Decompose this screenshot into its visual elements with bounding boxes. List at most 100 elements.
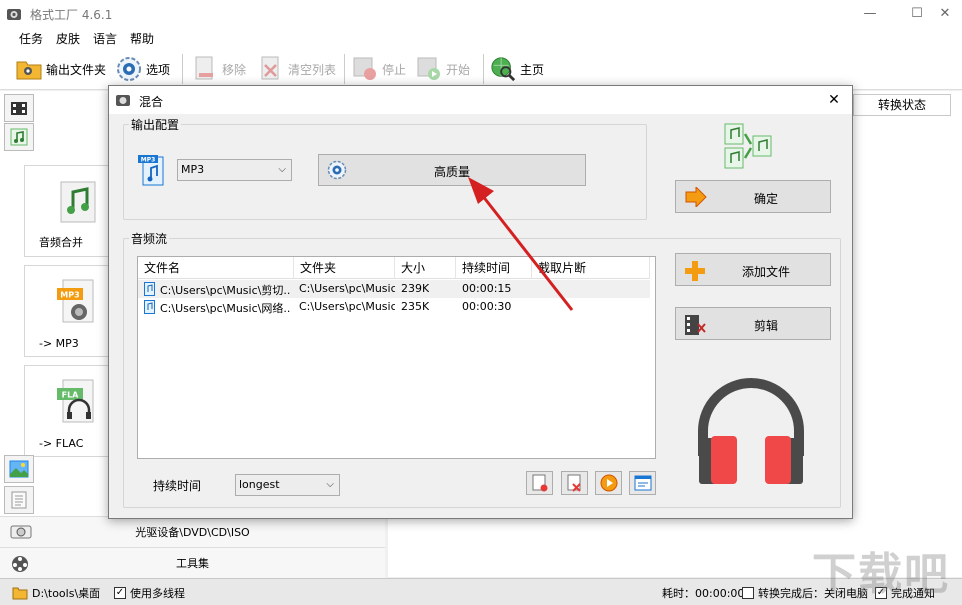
flac-file-headphone-icon: FLA bbox=[57, 379, 94, 423]
edit-clip-button-label: 剪辑 bbox=[753, 319, 778, 333]
document-icon bbox=[11, 491, 27, 509]
multithread-check-icon: ✓ bbox=[114, 587, 126, 599]
add-file-button[interactable]: 添加文件 bbox=[675, 253, 831, 286]
convert-status-column-header[interactable]: 转换状态 bbox=[853, 94, 951, 116]
play-button[interactable] bbox=[595, 471, 622, 495]
menu-help[interactable]: 帮助 bbox=[130, 30, 154, 47]
info-button[interactable] bbox=[629, 471, 656, 495]
toolbar-separator bbox=[182, 54, 183, 84]
remove-button[interactable]: 移除 bbox=[192, 56, 246, 82]
row-filename: C:\Users\pc\Music\剪切... bbox=[160, 284, 290, 297]
toolbar-separator bbox=[483, 54, 484, 84]
multithread-checkbox[interactable]: ✓ 使用多线程 bbox=[114, 585, 185, 601]
audio-merge-icon bbox=[724, 123, 772, 169]
start-icon bbox=[416, 56, 442, 82]
output-config-label: 输出配置 bbox=[129, 116, 182, 133]
close-button[interactable]: ✕ bbox=[930, 4, 960, 24]
elapsed-time: 耗时：00:00:00 bbox=[662, 585, 744, 601]
svg-text:MP3: MP3 bbox=[141, 157, 156, 164]
options-button[interactable]: 选项 bbox=[116, 56, 170, 82]
plus-icon bbox=[685, 261, 705, 281]
remove-item-button[interactable] bbox=[526, 471, 553, 495]
duration-select-value: longest bbox=[239, 478, 280, 491]
dialog-close-button[interactable]: ✕ bbox=[824, 90, 844, 110]
column-clip[interactable]: 截取片断 bbox=[532, 257, 650, 279]
column-folder[interactable]: 文件夹 bbox=[294, 257, 395, 279]
mix-dialog: 混合 ✕ 输出配置 MP3 MP3 ⌵ 高质量 确定 音频流 文件名 文件夹 大 bbox=[108, 85, 853, 519]
image-category-tab[interactable] bbox=[4, 455, 34, 483]
edit-clip-button[interactable]: 剪辑 bbox=[675, 307, 831, 340]
svg-text:FLA: FLA bbox=[62, 391, 80, 400]
toolset-label: 工具集 bbox=[176, 557, 209, 570]
row-duration: 00:00:30 bbox=[462, 300, 512, 313]
ok-button-label: 确定 bbox=[753, 192, 778, 206]
film-scissors-icon bbox=[685, 315, 706, 335]
menu-task[interactable]: 任务 bbox=[19, 30, 43, 47]
audio-file-list[interactable]: 文件名 文件夹 大小 持续时间 截取片断 C:\Users\pc\Music\剪… bbox=[137, 256, 656, 459]
to-flac-label: -> FLAC bbox=[39, 437, 84, 450]
start-button[interactable]: 开始 bbox=[416, 56, 470, 82]
optical-drive-category[interactable]: 光驱设备\DVD\CD\ISO bbox=[0, 516, 385, 547]
globe-search-icon bbox=[490, 56, 516, 82]
to-mp3-label: -> MP3 bbox=[39, 337, 79, 350]
video-category-tab[interactable] bbox=[4, 94, 34, 122]
menu-language[interactable]: 语言 bbox=[93, 30, 117, 47]
stop-icon bbox=[352, 56, 378, 82]
menu-skin[interactable]: 皮肤 bbox=[56, 30, 80, 47]
after-convert-check-icon bbox=[742, 587, 754, 599]
film-icon bbox=[11, 102, 27, 115]
optical-drive-label: 光驱设备\DVD\CD\ISO bbox=[135, 526, 250, 539]
app-logo-icon bbox=[7, 9, 21, 20]
toolbar: 输出文件夹 选项 移除 清空列表 停止 开始 主页 bbox=[0, 48, 962, 90]
output-path[interactable]: D:\tools\桌面 bbox=[12, 585, 100, 601]
audio-category-tab[interactable] bbox=[4, 123, 34, 151]
headphones-icon bbox=[698, 378, 804, 484]
svg-text:MP3: MP3 bbox=[60, 291, 79, 300]
clear-list-icon bbox=[258, 56, 284, 82]
dialog-title: 混合 bbox=[139, 95, 164, 109]
column-filename[interactable]: 文件名 bbox=[138, 257, 294, 279]
multithread-label: 使用多线程 bbox=[130, 587, 185, 600]
folder-icon bbox=[16, 56, 42, 82]
row-size: 235K bbox=[401, 300, 430, 313]
play-icon bbox=[600, 474, 617, 492]
menu-bar: 任务 皮肤 语言 帮助 bbox=[0, 28, 962, 48]
toolbar-separator bbox=[344, 54, 345, 84]
row-duration: 00:00:15 bbox=[462, 282, 512, 295]
chevron-down-icon: ⌵ bbox=[326, 479, 334, 490]
stop-button[interactable]: 停止 bbox=[352, 56, 406, 82]
options-label: 选项 bbox=[146, 62, 171, 77]
clear-items-button[interactable] bbox=[561, 471, 588, 495]
duration-label: 持续时间 bbox=[153, 479, 202, 493]
watermark: 下载吧 bbox=[812, 549, 950, 600]
picture-icon bbox=[9, 460, 29, 478]
minimize-button[interactable]: — bbox=[855, 4, 885, 24]
table-row[interactable]: C:\Users\pc\Music\剪切... C:\Users\pc\Musi… bbox=[138, 280, 650, 298]
format-select[interactable]: MP3 ⌵ bbox=[177, 159, 292, 181]
folder-icon bbox=[12, 587, 28, 600]
stop-label: 停止 bbox=[382, 62, 407, 77]
ok-button[interactable]: 确定 bbox=[675, 180, 831, 213]
document-category-tab[interactable] bbox=[4, 486, 34, 514]
home-button[interactable]: 主页 bbox=[490, 56, 544, 82]
list-header: 文件名 文件夹 大小 持续时间 截取片断 bbox=[138, 257, 650, 279]
output-folder-button[interactable]: 输出文件夹 bbox=[16, 56, 106, 82]
column-size[interactable]: 大小 bbox=[395, 257, 456, 279]
quality-button[interactable]: 高质量 bbox=[318, 154, 586, 186]
output-path-text: D:\tools\桌面 bbox=[32, 587, 101, 600]
window-titlebar: 格式工厂 4.6.1 — ☐ ✕ bbox=[0, 0, 962, 28]
maximize-button[interactable]: ☐ bbox=[902, 4, 932, 24]
start-label: 开始 bbox=[446, 62, 471, 77]
row-size: 239K bbox=[401, 282, 430, 295]
duration-select[interactable]: longest ⌵ bbox=[235, 474, 340, 496]
dialog-app-icon bbox=[116, 95, 130, 106]
clear-list-button[interactable]: 清空列表 bbox=[258, 56, 336, 82]
music-file-icon bbox=[144, 300, 155, 317]
toolset-category[interactable]: 工具集 bbox=[0, 547, 385, 578]
row-filename: C:\Users\pc\Music\网络... bbox=[160, 302, 290, 315]
options-gear-icon bbox=[116, 56, 142, 82]
column-duration[interactable]: 持续时间 bbox=[456, 257, 532, 279]
arrow-right-icon bbox=[685, 187, 707, 207]
add-file-button-label: 添加文件 bbox=[741, 265, 790, 279]
table-row[interactable]: C:\Users\pc\Music\网络... C:\Users\pc\Musi… bbox=[138, 298, 650, 316]
